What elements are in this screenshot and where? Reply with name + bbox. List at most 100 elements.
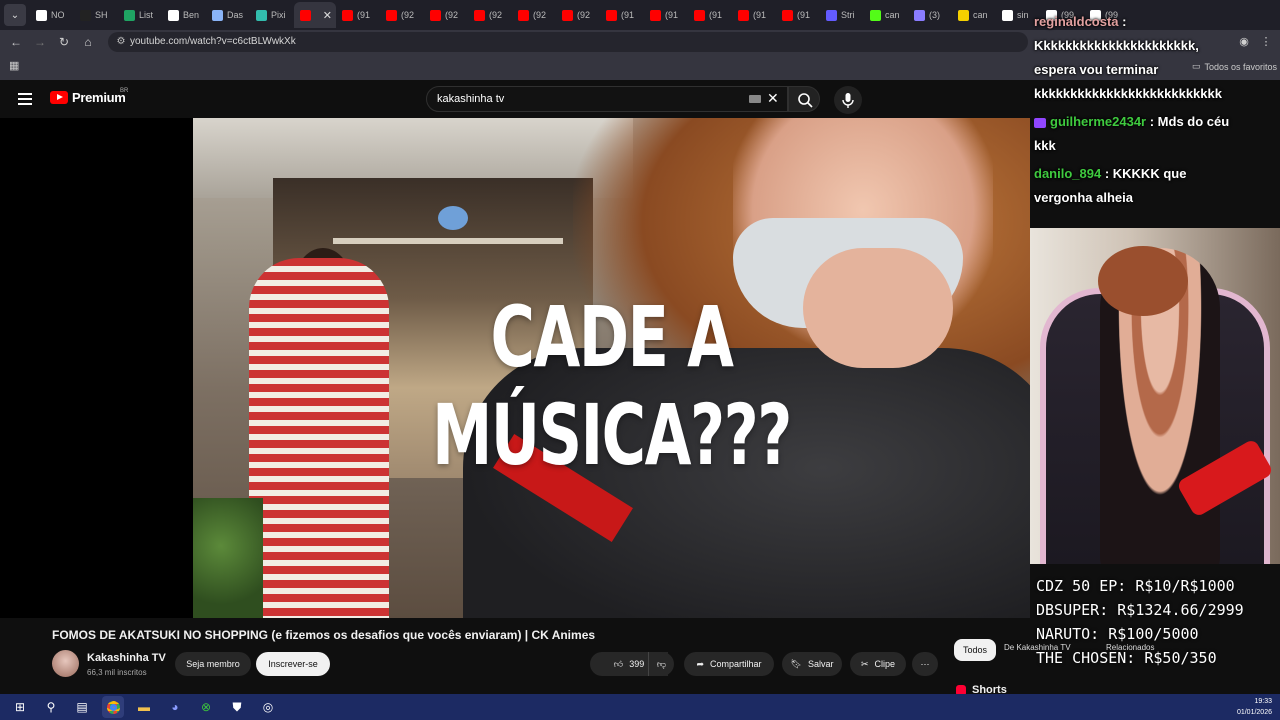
video-title: FOMOS DE AKATSUKI NO SHOPPING (e fizemos… — [52, 628, 596, 642]
tab-label: (92 — [401, 10, 415, 20]
channel-avatar[interactable] — [52, 650, 79, 677]
chat-text: espera vou terminar — [1034, 62, 1159, 77]
chat-message: Kkkkkkkkkkkkkkkkkkkkkk, — [1034, 36, 1199, 56]
tab-label: (91 — [357, 10, 371, 20]
tab-label: can — [885, 10, 900, 20]
channel-name[interactable]: Kakashinha TV — [87, 652, 166, 664]
browser-tab[interactable]: (92 — [468, 2, 512, 28]
browser-tab[interactable]: Stri — [820, 2, 864, 28]
browser-tab[interactable]: (91 — [688, 2, 732, 28]
reload-icon[interactable]: ↻ — [56, 34, 72, 50]
chat-message: kkkkkkkkkkkkkkkkkkkkkkkkkk — [1034, 84, 1222, 104]
browser-tab[interactable]: List — [118, 2, 162, 28]
browser-tab[interactable]: (92 — [424, 2, 468, 28]
keyboard-icon[interactable] — [749, 95, 761, 103]
join-label: Seja membro — [186, 659, 240, 669]
dislike-button[interactable]: 👎︎ — [648, 652, 674, 676]
chrome-icon[interactable] — [102, 696, 124, 718]
obs-icon[interactable]: ◎ — [257, 696, 279, 718]
browser-tab[interactable]: Ben — [162, 2, 206, 28]
share-button[interactable]: ➦ Compartilhar — [684, 652, 774, 676]
tab-label: (92 — [445, 10, 459, 20]
windows-start-icon[interactable]: ⊞ — [9, 696, 31, 718]
meta-line: DBSUPER: R$1324.66/2999 — [1036, 601, 1244, 619]
youtube-icon — [386, 9, 397, 21]
search-button[interactable] — [788, 86, 820, 112]
close-tab-icon[interactable]: ✕ — [323, 9, 332, 22]
browser-tab[interactable]: Pixi — [250, 2, 294, 28]
chat-text: : Mds do céu — [1149, 114, 1230, 129]
browser-tab[interactable]: (92 — [512, 2, 556, 28]
address-bar[interactable]: ⚙ youtube.com/watch?v=c6ctBLWwkXk — [108, 32, 1028, 52]
site-info-icon[interactable]: ⚙ — [114, 35, 128, 49]
search-query[interactable]: kakashinha tv — [437, 93, 504, 105]
browser-tab[interactable]: (3) — [908, 2, 952, 28]
discord-icon[interactable]: ◕ — [164, 696, 186, 718]
like-count: 399 — [629, 659, 645, 669]
clear-search-icon[interactable]: ✕ — [767, 90, 779, 107]
youtube-icon — [694, 9, 705, 21]
url-text[interactable]: youtube.com/watch?v=c6ctBLWwkXk — [130, 36, 296, 47]
youtube-icon — [300, 9, 311, 21]
security-shield-icon[interactable]: ⛊ — [226, 696, 248, 718]
browser-tab[interactable]: (91 — [336, 2, 380, 28]
chat-text: vergonha alheia — [1034, 190, 1133, 205]
browser-tab[interactable]: (91 — [732, 2, 776, 28]
tab-label: sin — [1017, 10, 1029, 20]
country-code: BR — [120, 88, 129, 94]
tab-search-button[interactable]: ⌄ — [4, 4, 26, 26]
youtube-logo[interactable]: Premium — [50, 90, 126, 105]
back-icon[interactable]: ← — [8, 34, 24, 50]
more-actions-button[interactable]: ⋯ — [912, 652, 938, 676]
browser-tab[interactable]: can — [952, 2, 996, 28]
browser-tab[interactable]: NO — [30, 2, 74, 28]
tab-label: List — [139, 10, 154, 20]
search-icon[interactable]: ⚲ — [40, 696, 62, 718]
join-button[interactable]: Seja membro — [175, 652, 251, 676]
voice-search-button[interactable] — [834, 86, 862, 114]
kick-icon — [870, 9, 881, 21]
youtube-icon — [650, 9, 661, 21]
browser-tab[interactable]: ✕ — [294, 2, 336, 28]
browser-tab[interactable]: Das — [206, 2, 250, 28]
menu-icon[interactable] — [18, 90, 34, 106]
search-input[interactable]: kakashinha tv ✕ — [426, 86, 788, 112]
browser-tab[interactable]: (92 — [380, 2, 424, 28]
youtube-icon — [430, 9, 441, 21]
browser-tab[interactable]: (91 — [776, 2, 820, 28]
stream-chat-overlay: reginaldcosta : Kkkkkkkkkkkkkkkkkkkkkk, … — [1030, 10, 1280, 230]
windows-taskbar: ⊞ ⚲ ▤ ▬ ◕ ⊗ ⛊ ◎ 19:33 01/01/2026 — [0, 694, 1280, 720]
tab-label: (91 — [709, 10, 723, 20]
browser-tab[interactable]: (91 — [644, 2, 688, 28]
browser-tab[interactable]: (91 — [600, 2, 644, 28]
forward-icon[interactable]: → — [32, 34, 48, 50]
thumbs-down-icon: 👎︎ — [656, 658, 667, 669]
file-explorer-icon[interactable]: ▬ — [133, 696, 155, 718]
chat-username: guilherme2434r — [1050, 114, 1147, 129]
clip-button[interactable]: ✂ Clipe — [850, 652, 906, 676]
browser-tab[interactable]: SH — [74, 2, 118, 28]
tab-label: (91 — [621, 10, 635, 20]
home-icon[interactable]: ⌂ — [80, 34, 96, 50]
search-icon — [798, 93, 813, 108]
tabs-container: NO SH List Ben Das Pixi ✕ (91 (92 (92 (92 (92 (92 (91… — [30, 2, 1128, 28]
chip-all[interactable]: Todos — [954, 639, 996, 661]
browser-tab[interactable]: can — [864, 2, 908, 28]
clip-label: Clipe — [874, 659, 896, 669]
subscribe-button[interactable]: Inscrever-se — [256, 652, 330, 676]
webcam-overlay — [1030, 228, 1280, 564]
discord-icon — [914, 9, 925, 21]
xbox-icon[interactable]: ⊗ — [195, 696, 217, 718]
system-clock[interactable]: 19:33 01/01/2026 — [1237, 696, 1272, 718]
youtube-play-icon — [50, 91, 68, 104]
apps-grid-icon[interactable]: ▦ — [9, 60, 21, 72]
meta-line: NARUTO: R$100/5000 — [1036, 625, 1199, 643]
browser-tab[interactable]: (92 — [556, 2, 600, 28]
save-button[interactable]: 🔖︎ Salvar — [782, 652, 842, 676]
yellow-icon — [958, 9, 969, 21]
youtube-icon — [738, 9, 749, 21]
video-player[interactable]: CADE A MÚSICA??? — [193, 118, 1030, 618]
tab-label: (91 — [753, 10, 767, 20]
task-view-icon[interactable]: ▤ — [71, 696, 93, 718]
google-icon — [1002, 9, 1013, 21]
